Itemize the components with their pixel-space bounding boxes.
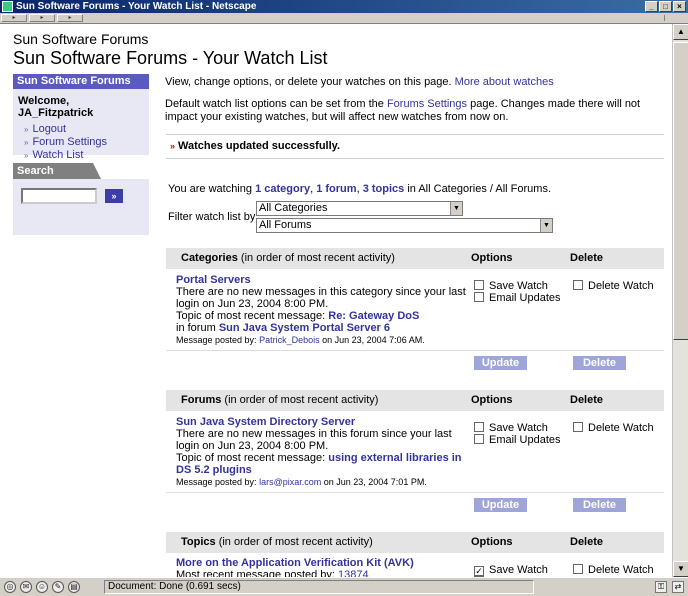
forum-delete-button[interactable]: Delete (573, 498, 626, 512)
forum-update-button[interactable]: Update (474, 498, 527, 512)
mail-icon[interactable]: ✉ (20, 581, 32, 593)
toolbar-divider (664, 15, 666, 21)
toolbar-grip[interactable]: ▸ (1, 14, 27, 22)
search-button[interactable]: » (105, 189, 123, 203)
topic-title-link[interactable]: More on the Application Verification Kit… (176, 557, 414, 569)
component-bar: ◎ ✉ ☺ ✎ ▤ (4, 581, 80, 593)
close-button[interactable]: × (673, 1, 686, 12)
category-delete-button[interactable]: Delete (573, 356, 626, 370)
address-book-icon[interactable]: ▤ (68, 581, 80, 593)
divider (166, 134, 664, 135)
search-input[interactable] (21, 188, 97, 204)
chevron-icon: » (170, 141, 176, 151)
window-titlebar: Sun Software Forums - Your Watch List - … (0, 0, 688, 13)
sidebar-link-watch-list[interactable]: » Watch List (18, 149, 144, 162)
composer-icon[interactable]: ✎ (52, 581, 64, 593)
security-lock-icon[interactable]: ⚿ (655, 581, 667, 593)
category-poster-link[interactable]: Patrick_Debois (259, 335, 320, 345)
checkbox-checked[interactable]: ✓ (474, 566, 484, 576)
topic-entry: More on the Application Verification Kit… (176, 557, 466, 577)
topic-delete-watch[interactable]: Delete Watch (573, 564, 654, 576)
more-about-watches-link[interactable]: More about watches (455, 76, 554, 88)
category-delete-watch[interactable]: Delete Watch (573, 280, 654, 292)
category-recent-topic-link[interactable]: Re: Gateway DoS (328, 310, 419, 322)
page-title: Sun Software Forums - Your Watch List (13, 48, 328, 68)
filter-forum-select[interactable]: All Forums ▼ (256, 218, 553, 233)
site-name: Sun Software Forums (13, 31, 149, 47)
sidebar-title: Sun Software Forums (13, 74, 149, 89)
welcome-text: Welcome, JA_Fitzpatrick (18, 95, 94, 119)
status-text: Document: Done (0.691 secs) (104, 580, 534, 594)
online-status-icon[interactable]: ⇄ (672, 581, 684, 593)
forum-poster-link[interactable]: lars@pixar.com (259, 477, 321, 487)
category-email-updates[interactable]: Email Updates (474, 292, 561, 304)
search-box: » (13, 179, 149, 235)
forum-save-watch[interactable]: Save Watch (474, 422, 548, 434)
watching-category-link[interactable]: 1 category (255, 183, 310, 195)
sidebar-link-forum-settings[interactable]: » Forum Settings (18, 136, 144, 149)
page-content: Sun Software Forums Sun Software Forums … (0, 24, 672, 577)
category-forum-link[interactable]: Sun Java System Portal Server 6 (219, 322, 390, 334)
scroll-thumb[interactable] (673, 42, 688, 340)
categories-header: Categories (in order of most recent acti… (166, 248, 664, 269)
checkbox[interactable] (573, 564, 583, 574)
category-update-button[interactable]: Update (474, 356, 527, 370)
watching-topics-link[interactable]: 3 topics (363, 183, 405, 195)
category-title-link[interactable]: Portal Servers (176, 274, 251, 286)
intro-text: View, change options, or delete your wat… (165, 76, 554, 88)
checkbox[interactable] (474, 422, 484, 432)
sidebar-link-logout[interactable]: » Logout (18, 123, 144, 136)
checkbox[interactable] (573, 280, 583, 290)
divider (166, 492, 664, 493)
window-controls: _ □ × (645, 1, 686, 12)
instant-messenger-icon[interactable]: ☺ (36, 581, 48, 593)
divider (166, 158, 664, 159)
forum-title-link[interactable]: Sun Java System Directory Server (176, 416, 355, 428)
vertical-scrollbar[interactable]: ▲ ▼ (672, 24, 688, 577)
toolbar-grip[interactable]: ▸ (57, 14, 83, 22)
forum-entry: Sun Java System Directory Server There a… (176, 416, 462, 487)
minimize-button[interactable]: _ (645, 1, 658, 12)
forum-email-updates[interactable]: Email Updates (474, 434, 561, 446)
topics-header: Topics (in order of most recent activity… (166, 532, 664, 553)
navigator-icon[interactable]: ◎ (4, 581, 16, 593)
divider (166, 350, 664, 351)
scroll-down-arrow[interactable]: ▼ (673, 561, 688, 577)
checkbox[interactable] (573, 422, 583, 432)
sidebar-box: Welcome, JA_Fitzpatrick » Logout » Forum S… (13, 89, 149, 161)
forum-delete-watch[interactable]: Delete Watch (573, 422, 654, 434)
watching-summary: You are watching 1 category, 1 forum, 3 … (168, 183, 551, 195)
forums-header: Forums (in order of most recent activity… (166, 390, 664, 411)
watching-forum-link[interactable]: 1 forum (316, 183, 356, 195)
topic-poster-link[interactable]: 13874 (338, 569, 369, 577)
toolbar-grip[interactable]: ▸ (29, 14, 55, 22)
category-save-watch[interactable]: Save Watch (474, 280, 548, 292)
chevron-icon: » (24, 125, 29, 134)
filter-category-select[interactable]: All Categories ▼ (256, 201, 463, 216)
scroll-up-arrow[interactable]: ▲ (673, 24, 688, 40)
status-bar: ◎ ✉ ☺ ✎ ▤ Document: Done (0.691 secs) ⚿ … (0, 577, 688, 596)
chevron-down-icon: ▼ (540, 219, 552, 232)
topic-save-watch[interactable]: ✓ Save Watch (474, 564, 548, 576)
collapsed-toolbars: ▸ ▸ ▸ (0, 13, 688, 24)
chevron-icon: » (24, 138, 29, 147)
status-indicators: ⚿ ⇄ (655, 581, 684, 593)
window-title: Sun Software Forums - Your Watch List - … (16, 1, 257, 12)
chevron-icon: » (24, 151, 29, 160)
checkbox[interactable] (474, 292, 484, 302)
maximize-button[interactable]: □ (659, 1, 672, 12)
filter-label: Filter watch list by: (168, 211, 259, 223)
forums-settings-link[interactable]: Forums Settings (387, 98, 467, 110)
checkbox[interactable] (474, 434, 484, 444)
checkbox[interactable] (474, 280, 484, 290)
category-entry: Portal Servers There are no new messages… (176, 274, 466, 345)
search-forums-title: Search Forums (13, 163, 101, 193)
defaults-text: Default watch list options can be set fr… (165, 98, 641, 123)
chevron-down-icon: ▼ (450, 202, 462, 215)
success-message: » Watches updated successfully. (170, 140, 341, 152)
netscape-icon (2, 1, 13, 12)
